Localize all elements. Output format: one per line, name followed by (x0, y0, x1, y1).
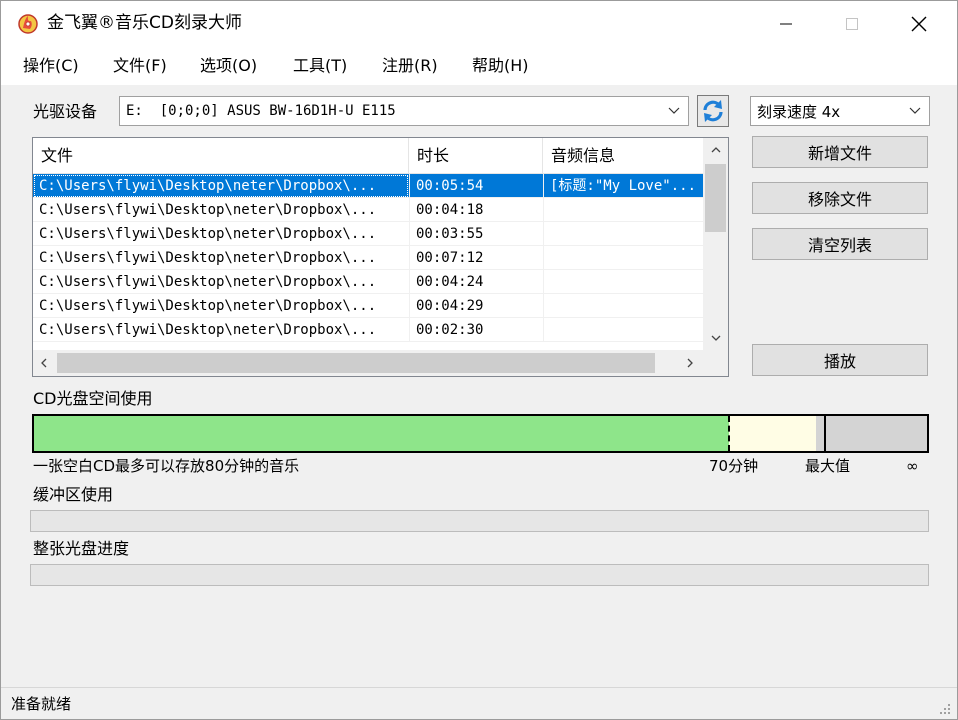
burn-speed-select[interactable]: 刻录速度 4x (750, 96, 930, 126)
scroll-right-button[interactable] (679, 350, 701, 376)
file-path-cell: C:\Users\flywi\Desktop\neter\Dropbox\... (33, 174, 409, 198)
column-header-audio-info[interactable]: 音频信息 (543, 138, 703, 174)
chevron-down-icon (668, 107, 680, 114)
file-list-header: 文件 时长 音频信息 (33, 138, 703, 174)
table-row[interactable]: C:\Users\flywi\Desktop\neter\Dropbox\...… (33, 270, 703, 294)
close-button[interactable] (885, 1, 953, 47)
menu-register[interactable]: 注册(R) (382, 55, 438, 77)
duration-cell: 00:04:24 (409, 270, 543, 294)
vscroll-thumb[interactable] (705, 164, 726, 232)
window-title: 金飞翼®音乐CD刻录大师 (47, 13, 242, 33)
cd-70min-label: 70分钟 (709, 457, 759, 475)
duration-cell: 00:07:12 (409, 246, 543, 270)
audio-info-cell (543, 246, 703, 270)
play-button[interactable]: 播放 (752, 344, 928, 376)
clear-list-button[interactable]: 清空列表 (752, 228, 928, 260)
audio-info-cell (543, 222, 703, 246)
burn-speed-value: 刻录速度 4x (757, 102, 841, 121)
chevron-down-icon (909, 107, 921, 114)
menu-tools[interactable]: 工具(T) (293, 55, 347, 77)
refresh-icon (703, 100, 723, 122)
table-row[interactable]: C:\Users\flywi\Desktop\neter\Dropbox\...… (33, 174, 703, 198)
cd-capacity-caption: 一张空白CD最多可以存放80分钟的音乐 (33, 457, 300, 475)
chevron-left-icon (41, 358, 47, 368)
drive-select[interactable]: E: [0;0;0] ASUS BW-16D1H-U E115 (119, 96, 689, 126)
duration-cell: 00:03:55 (409, 222, 543, 246)
chevron-up-icon (711, 147, 720, 153)
file-list-vscroll[interactable] (703, 138, 728, 350)
menu-operate[interactable]: 操作(C) (23, 55, 79, 77)
close-icon (911, 16, 927, 32)
scroll-corner (703, 350, 728, 376)
audio-info-cell (543, 294, 703, 318)
scroll-left-button[interactable] (33, 350, 55, 376)
scroll-up-button[interactable] (703, 138, 728, 162)
drive-label: 光驱设备 (33, 102, 98, 121)
file-path-cell: C:\Users\flywi\Desktop\neter\Dropbox\... (39, 298, 377, 314)
table-row[interactable]: C:\Users\flywi\Desktop\neter\Dropbox\...… (33, 294, 703, 318)
add-file-button[interactable]: 新增文件 (752, 136, 928, 168)
duration-cell: 00:05:54 (409, 174, 543, 198)
cd-infinity-label: ∞ (906, 457, 919, 475)
audio-info-cell (543, 270, 703, 294)
minimize-button[interactable] (752, 1, 820, 47)
audio-info-cell (543, 318, 703, 342)
disc-progress-bar (30, 564, 929, 586)
cd-used-segment (34, 416, 729, 451)
maximize-button[interactable] (818, 1, 886, 47)
file-path-cell: C:\Users\flywi\Desktop\neter\Dropbox\... (39, 226, 377, 242)
menu-file[interactable]: 文件(F) (113, 55, 167, 77)
cd-free-segment (729, 416, 816, 451)
chevron-right-icon (687, 358, 693, 368)
file-path-cell: C:\Users\flywi\Desktop\neter\Dropbox\... (39, 274, 377, 290)
menu-bar: 操作(C) 文件(F) 选项(O) 工具(T) 注册(R) 帮助(H) (1, 47, 957, 85)
file-path-cell: C:\Users\flywi\Desktop\neter\Dropbox\... (39, 322, 377, 338)
table-row[interactable]: C:\Users\flywi\Desktop\neter\Dropbox\...… (33, 198, 703, 222)
file-list-hscroll[interactable] (33, 350, 703, 376)
scroll-down-button[interactable] (703, 326, 728, 350)
buffer-progress-bar (30, 510, 929, 532)
buffer-label: 缓冲区使用 (33, 485, 114, 504)
column-header-file[interactable]: 文件 (33, 138, 409, 174)
cd-max-marker (824, 416, 826, 451)
column-header-duration[interactable]: 时长 (409, 138, 543, 174)
disc-progress-label: 整张光盘进度 (33, 539, 130, 558)
minimize-icon (780, 23, 792, 25)
audio-info-cell (543, 198, 703, 222)
drive-select-value: E: [0;0;0] ASUS BW-16D1H-U E115 (126, 103, 396, 119)
menu-help[interactable]: 帮助(H) (472, 55, 529, 77)
chevron-down-icon (711, 335, 720, 341)
cd-usage-bar (32, 414, 929, 453)
menu-options[interactable]: 选项(O) (200, 55, 257, 77)
cd-70min-marker (728, 416, 730, 451)
file-path-cell: C:\Users\flywi\Desktop\neter\Dropbox\... (39, 250, 377, 266)
cd-max-label: 最大值 (805, 457, 851, 475)
table-row[interactable]: C:\Users\flywi\Desktop\neter\Dropbox\...… (33, 246, 703, 270)
table-row[interactable]: C:\Users\flywi\Desktop\neter\Dropbox\...… (33, 222, 703, 246)
resize-grip-icon[interactable] (937, 701, 951, 715)
cd-usage-label: CD光盘空间使用 (33, 389, 153, 408)
remove-file-button[interactable]: 移除文件 (752, 182, 928, 214)
title-bar[interactable]: 金飞翼®音乐CD刻录大师 (1, 1, 957, 47)
file-path-cell: C:\Users\flywi\Desktop\neter\Dropbox\... (39, 202, 377, 218)
refresh-drive-button[interactable] (697, 95, 729, 127)
audio-info-cell: [标题:"My Love"... (543, 174, 703, 198)
app-window: 金飞翼®音乐CD刻录大师 操作(C) 文件(F) 选项(O) 工具(T) 注册(… (0, 0, 958, 720)
table-row[interactable]: C:\Users\flywi\Desktop\neter\Dropbox\...… (33, 318, 703, 342)
duration-cell: 00:02:30 (409, 318, 543, 342)
status-text: 准备就绪 (11, 695, 72, 713)
table-row[interactable] (33, 342, 703, 350)
hscroll-thumb[interactable] (57, 353, 655, 373)
duration-cell: 00:04:18 (409, 198, 543, 222)
file-list-rows: C:\Users\flywi\Desktop\neter\Dropbox\...… (33, 174, 703, 350)
status-bar: 准备就绪 (1, 687, 957, 719)
flame-disc-icon (18, 14, 38, 34)
duration-cell: 00:04:29 (409, 294, 543, 318)
maximize-icon (846, 18, 858, 30)
file-list[interactable]: 文件 时长 音频信息 C:\Users\flywi\Desktop\neter\… (32, 137, 729, 377)
